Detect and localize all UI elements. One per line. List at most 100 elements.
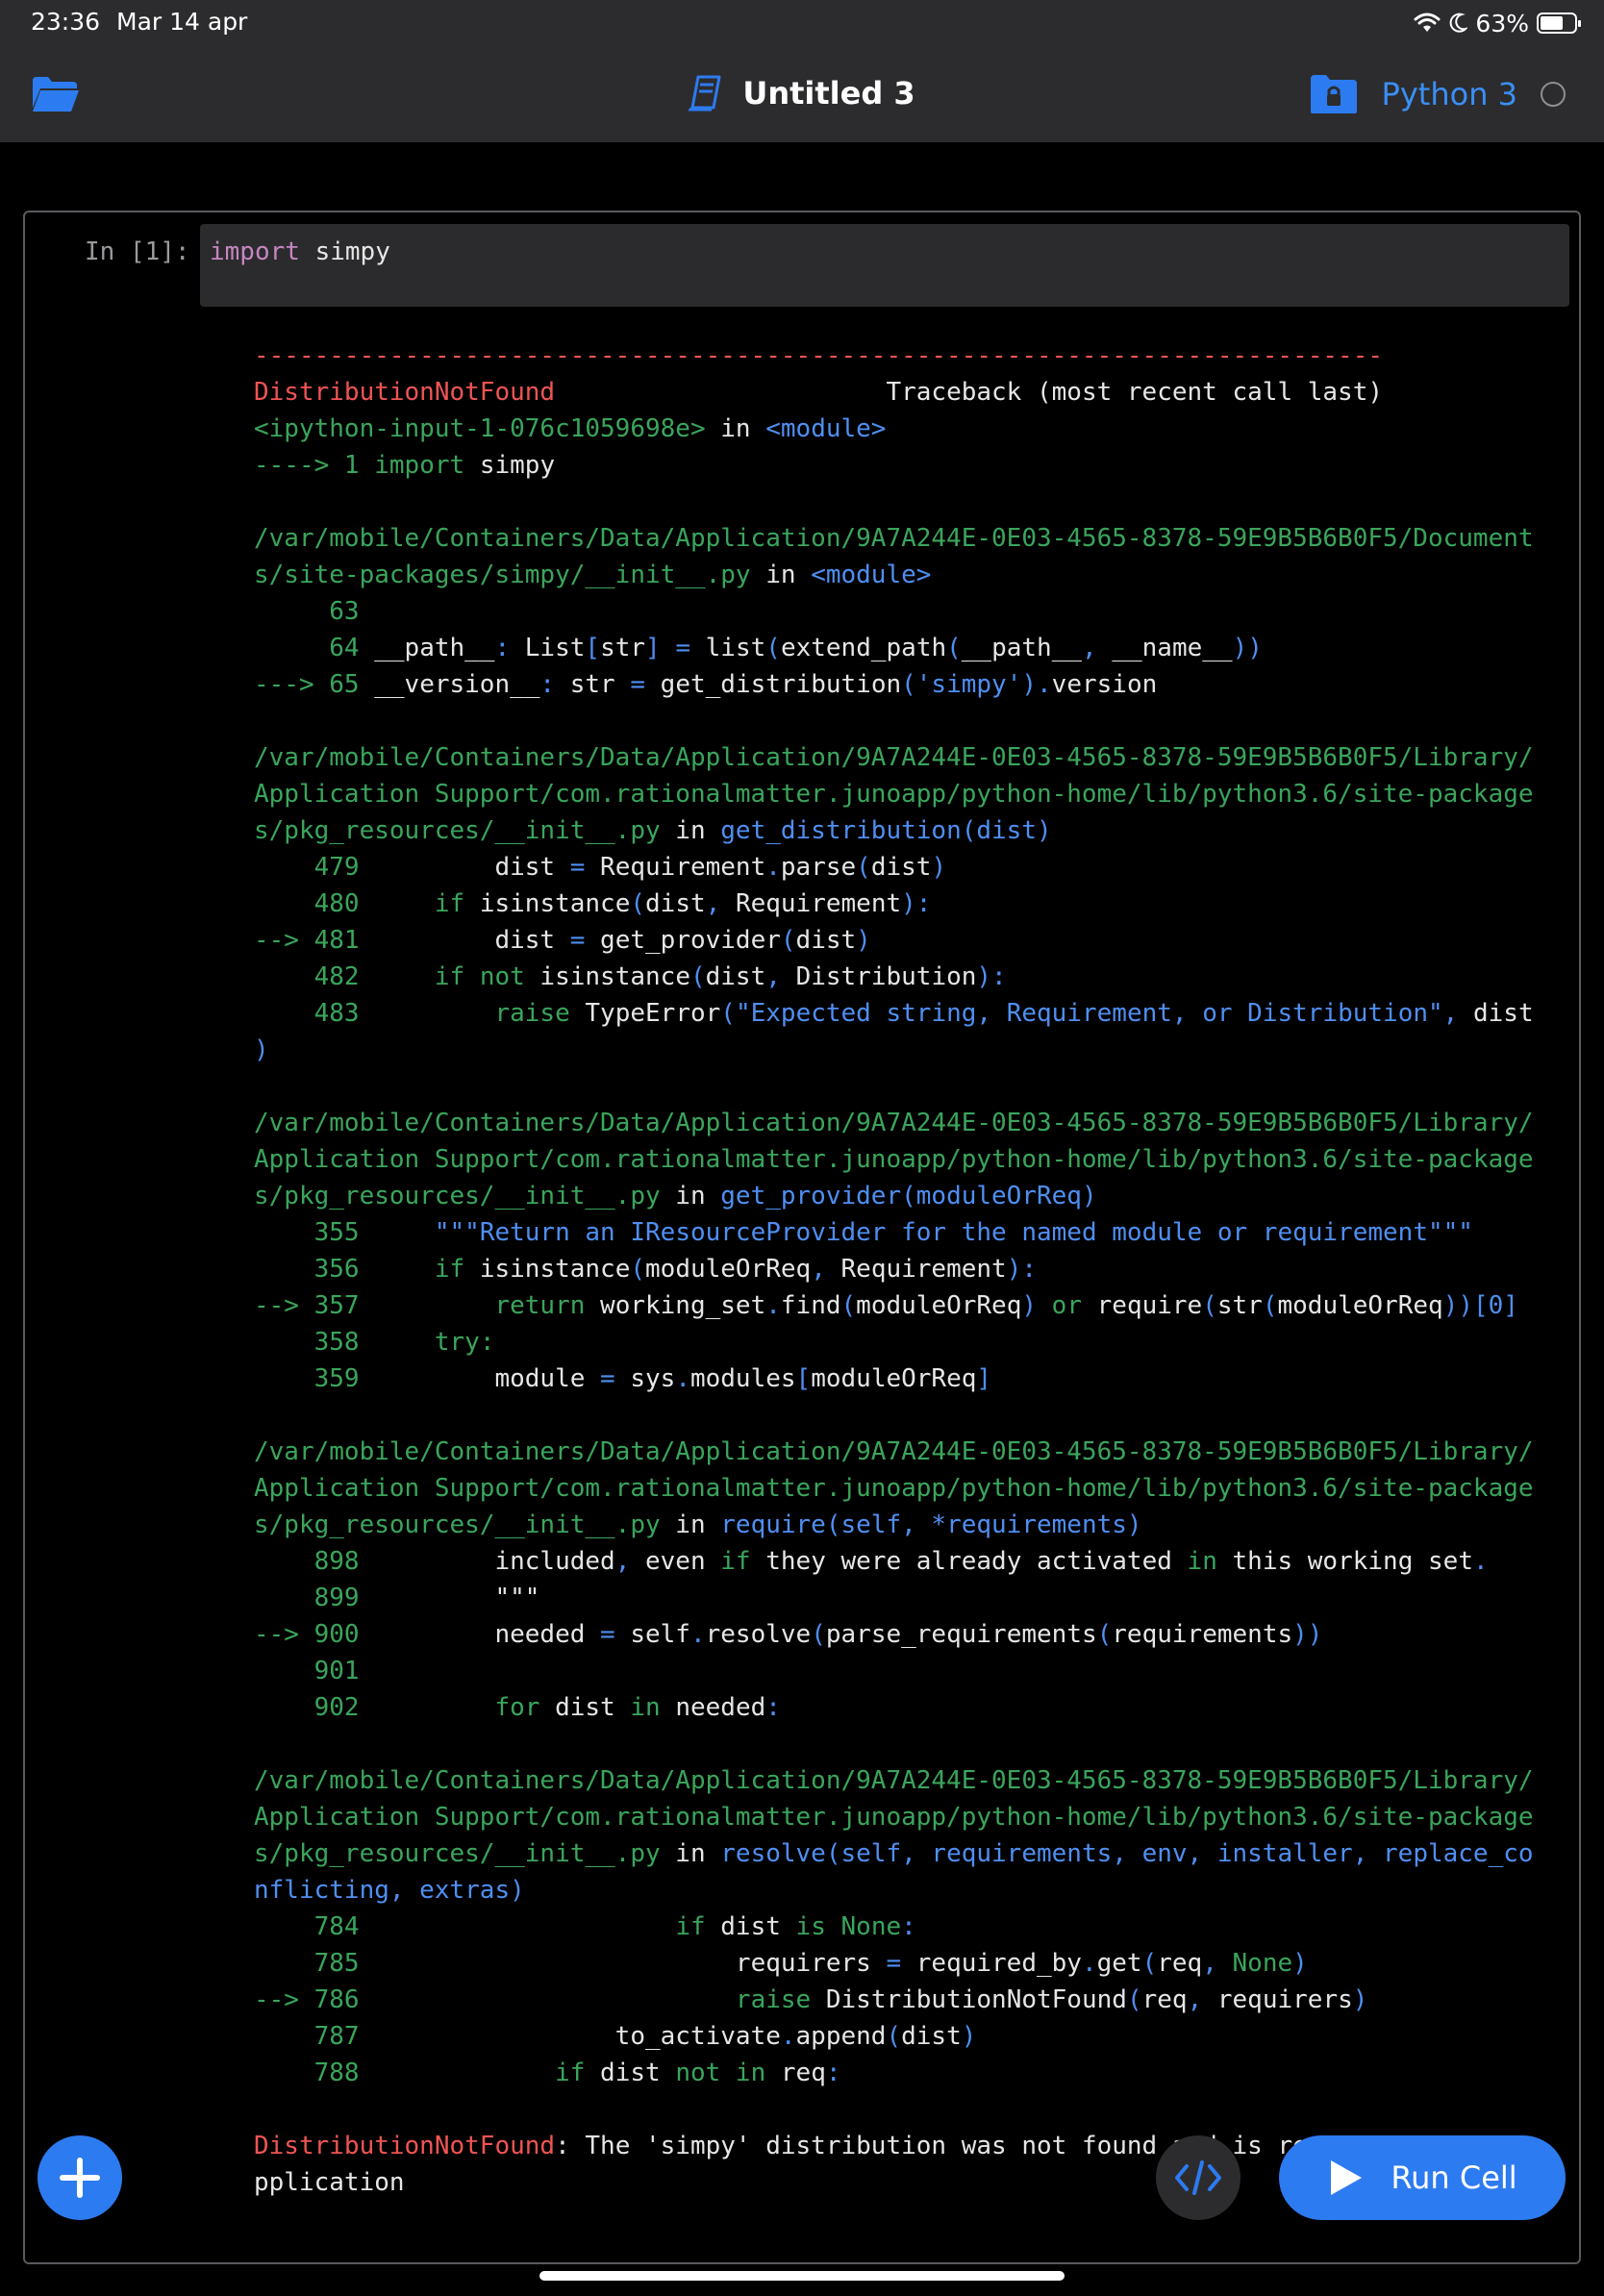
traceback-token: even bbox=[645, 1547, 721, 1576]
traceback-token: dist bbox=[870, 853, 932, 882]
traceback-token: 901 bbox=[254, 1657, 360, 1685]
traceback-token: ] bbox=[976, 1364, 992, 1393]
kernel-name[interactable]: Python 3 bbox=[1382, 76, 1517, 112]
traceback-token: "Expected string, Requirement, or Distri… bbox=[735, 999, 1443, 1028]
traceback-token: in bbox=[660, 816, 721, 845]
traceback-token: 483 bbox=[254, 999, 360, 1028]
traceback-token: , bbox=[705, 889, 736, 918]
traceback-line: 63 bbox=[254, 593, 1534, 630]
traceback-line: 356 if isinstance(moduleOrReq, Requireme… bbox=[254, 1251, 1534, 1287]
traceback-token: . bbox=[1081, 1949, 1097, 1978]
traceback-token: <ipython-input-1-076c1059698e> bbox=[254, 414, 706, 443]
traceback-token: ) bbox=[1021, 1291, 1052, 1320]
folder-lock-icon bbox=[1310, 75, 1357, 113]
traceback-token: Requirement bbox=[735, 889, 902, 918]
traceback-token: resolve bbox=[720, 1839, 826, 1868]
traceback-line: Application Support/com.rationalmatter.j… bbox=[254, 1141, 1534, 1178]
traceback-token: 787 bbox=[254, 2022, 360, 2051]
traceback-line: 785 requirers = required_by.get(req, Non… bbox=[254, 1945, 1534, 1982]
traceback-token: s/pkg_resources/__init__.py bbox=[254, 1839, 661, 1868]
notebook-icon bbox=[689, 75, 721, 112]
traceback-token bbox=[360, 1912, 676, 1941]
status-time: 23:36 bbox=[31, 8, 101, 36]
traceback-token: <module> bbox=[811, 561, 932, 589]
traceback-token: 480 bbox=[254, 889, 360, 918]
traceback-token: 479 bbox=[254, 853, 360, 882]
traceback-token: = bbox=[600, 1620, 631, 1649]
traceback-token: ) bbox=[931, 853, 947, 882]
traceback-token: append bbox=[795, 2022, 887, 2051]
traceback-token: if bbox=[434, 1255, 465, 1284]
traceback-token: get_distribution bbox=[720, 816, 962, 845]
traceback-token: /var/mobile/Containers/Data/Application/… bbox=[254, 743, 1534, 772]
traceback-token: ) bbox=[1352, 1985, 1368, 2014]
traceback-token: 785 bbox=[254, 1949, 360, 1978]
traceback-token: this working set bbox=[1216, 1547, 1473, 1576]
traceback-token: ( bbox=[811, 1620, 826, 1649]
traceback-token: ( bbox=[765, 634, 781, 662]
traceback-line: ----------------------------------------… bbox=[254, 337, 1534, 374]
traceback-token: ( bbox=[630, 889, 646, 918]
traceback-token: 356 bbox=[254, 1255, 360, 1284]
traceback-line: Application Support/com.rationalmatter.j… bbox=[254, 1470, 1534, 1507]
traceback-line: Application Support/com.rationalmatter.j… bbox=[254, 1799, 1534, 1835]
add-cell-button[interactable] bbox=[38, 2135, 122, 2220]
traceback-token: 482 bbox=[254, 962, 360, 991]
traceback-token bbox=[360, 1985, 736, 2014]
traceback-token: required_by bbox=[915, 1949, 1082, 1978]
traceback-token: parse bbox=[780, 853, 857, 882]
traceback-token: """ bbox=[359, 1584, 540, 1612]
kernel-controls[interactable]: Python 3 bbox=[1309, 73, 1566, 115]
traceback-token: (self, requirements, env, installer, rep… bbox=[825, 1839, 1534, 1868]
traceback-line: /var/mobile/Containers/Data/Application/… bbox=[254, 739, 1534, 776]
traceback-token: 355 bbox=[254, 1218, 360, 1247]
traceback-line: 898 included, even if they were already … bbox=[254, 1543, 1534, 1580]
traceback-token: is None bbox=[795, 1912, 902, 1941]
code-cell[interactable]: In [1]: import simpy -------------------… bbox=[23, 211, 1581, 2264]
traceback-token: """Return an IResourceProvider for the n… bbox=[434, 1218, 1473, 1247]
traceback-token: req bbox=[765, 2059, 826, 2087]
moon-icon bbox=[1450, 12, 1468, 33]
traceback-token: isinstance bbox=[524, 962, 690, 991]
traceback-token: in bbox=[660, 1510, 721, 1539]
traceback-token bbox=[360, 2059, 556, 2087]
traceback-token: get_distribution bbox=[660, 670, 902, 699]
traceback-line: 784 if dist is None: bbox=[254, 1909, 1534, 1945]
traceback-token: dist bbox=[539, 1693, 631, 1722]
traceback-token bbox=[360, 1693, 495, 1722]
traceback-token: module bbox=[359, 1364, 601, 1393]
traceback-token: 64 bbox=[254, 634, 360, 662]
traceback-line: 482 if not isinstance(dist, Distribution… bbox=[254, 959, 1534, 995]
traceback-token: 899 bbox=[254, 1584, 360, 1612]
cell-prompt: In [1]: bbox=[85, 237, 190, 266]
status-date: Mar 14 apr bbox=[116, 8, 248, 36]
traceback-token: --> 786 bbox=[254, 1985, 360, 2014]
traceback-token: for bbox=[494, 1693, 540, 1722]
traceback-token: included bbox=[359, 1547, 615, 1576]
traceback-line: /var/mobile/Containers/Data/Application/… bbox=[254, 1762, 1534, 1799]
traceback-token: str bbox=[600, 634, 646, 662]
cell-type-button[interactable] bbox=[1156, 2135, 1241, 2220]
traceback-line: ) bbox=[254, 1032, 1534, 1068]
traceback-token: dist bbox=[1472, 999, 1534, 1028]
traceback-token: str bbox=[1216, 1291, 1263, 1320]
traceback-line: DistributionNotFound Traceback (most rec… bbox=[254, 374, 1534, 411]
traceback-token: nflicting, extras) bbox=[254, 1876, 525, 1905]
home-indicator[interactable] bbox=[539, 2271, 1065, 2281]
traceback-token: = bbox=[569, 926, 601, 955]
traceback-token: requirers bbox=[359, 1949, 887, 1978]
traceback-token: , bbox=[1187, 1985, 1217, 2014]
traceback-token: dist bbox=[901, 2022, 962, 2051]
traceback-line: 479 dist = Requirement.parse(dist) bbox=[254, 849, 1534, 886]
traceback-token: s/pkg_resources/__init__.py bbox=[254, 816, 661, 845]
traceback-token: ----> bbox=[254, 451, 330, 480]
traceback-token: [ bbox=[795, 1364, 812, 1393]
run-cell-button[interactable]: Run Cell bbox=[1279, 2135, 1566, 2220]
cell-input[interactable]: import simpy bbox=[200, 224, 1569, 307]
notebook-title-label: Untitled 3 bbox=[742, 75, 915, 112]
traceback-line bbox=[254, 2091, 1534, 2128]
traceback-token: in bbox=[660, 1182, 721, 1210]
traceback-line: 788 if dist not in req: bbox=[254, 2055, 1534, 2091]
traceback-token: if bbox=[434, 889, 465, 918]
traceback-token: moduleOrReq bbox=[811, 1364, 977, 1393]
